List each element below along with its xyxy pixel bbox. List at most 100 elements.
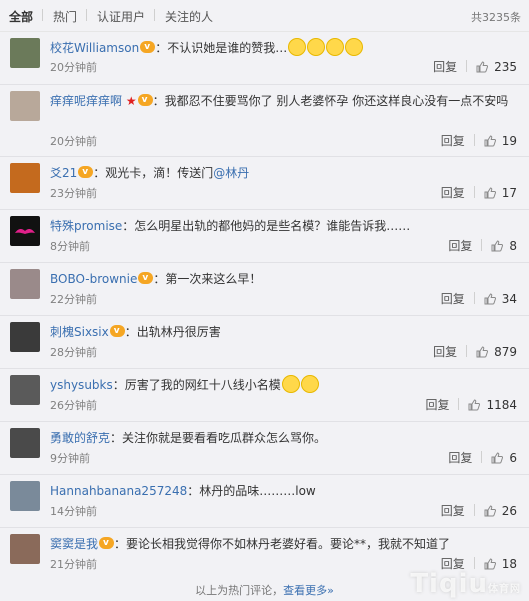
thumbs-up-icon (476, 61, 489, 73)
comment-username[interactable]: 刺槐Sixsix (50, 325, 109, 339)
like-count: 26 (501, 504, 517, 518)
comment-item: yshysubks：厉害了我的网红十八线小名模 26分钟前 回复 1184 (0, 369, 529, 422)
vip-badge-icon (78, 162, 94, 182)
vip-badge-icon (138, 268, 154, 288)
comment-username[interactable]: 爻21 (50, 166, 77, 180)
comment-item: 爻21 ：观光卡，滴！传送门@林丹 23分钟前 回复 17 (0, 157, 529, 210)
comment-item: BOBO-brownie ：第一次来这么早！ 22分钟前 回复 34 (0, 263, 529, 316)
like-button[interactable]: 34 (484, 292, 517, 306)
comment-text: ：要论长相我觉得你不如林丹老婆好看。要论**，我就不知道了 (114, 537, 451, 551)
comment-item: 特殊promise：怎么明星出轨的都他妈的是些名模？谁能告诉我…… 8分钟前 回… (0, 210, 529, 263)
like-button[interactable]: 879 (476, 345, 517, 359)
tab-following[interactable]: 关注的人 (165, 8, 213, 25)
comment-body: BOBO-brownie ：第一次来这么早！ (50, 268, 517, 289)
comment-body: 爻21 ：观光卡，滴！传送门@林丹 (50, 162, 517, 183)
avatar[interactable] (10, 163, 40, 193)
comment-time: 20分钟前 (50, 135, 97, 148)
action-divider (473, 186, 475, 198)
comment-body: 窦窦是我 ：要论长相我觉得你不如林丹老婆好看。要论**，我就不知道了 (50, 533, 517, 554)
smile-emoji-icon (288, 38, 307, 56)
like-button[interactable]: 26 (484, 504, 517, 518)
comment-username[interactable]: BOBO-brownie (50, 272, 137, 286)
avatar[interactable] (10, 91, 40, 121)
comment-username[interactable]: 勇敢的舒克 (50, 431, 110, 445)
like-count: 6 (509, 451, 517, 465)
action-divider (473, 134, 475, 146)
thumbs-up-icon (476, 346, 489, 358)
comment-username[interactable]: 校花Williamson (50, 41, 139, 55)
comment-text: ：怎么明星出轨的都他妈的是些名模？谁能告诉我…… (122, 219, 411, 233)
comment-body: 勇敢的舒克：关注你就是要看看吃瓜群众怎么骂你。 (50, 428, 517, 448)
thumbs-up-icon (491, 240, 504, 252)
reply-button[interactable]: 回复 (441, 134, 465, 148)
thumbs-up-icon (491, 452, 504, 464)
action-divider (473, 557, 475, 569)
comment-username[interactable]: 窦窦是我 (50, 537, 98, 551)
vip-badge-icon (140, 37, 156, 57)
smile-emoji-icon (300, 375, 319, 393)
avatar[interactable] (10, 216, 40, 246)
reply-button[interactable]: 回复 (441, 504, 465, 518)
comment-actions: 回复 19 (441, 132, 517, 149)
comment-time: 28分钟前 (50, 346, 97, 359)
avatar[interactable] (10, 428, 40, 458)
like-button[interactable]: 6 (491, 451, 517, 465)
mention-link[interactable]: @林丹 (213, 166, 249, 180)
comment-actions: 回复 26 (441, 502, 517, 519)
comment-username[interactable]: 痒痒呢痒痒啊 (50, 94, 122, 108)
action-divider (473, 504, 475, 516)
reply-button[interactable]: 回复 (448, 239, 472, 253)
comment-item: 痒痒呢痒痒啊 ★：我都忍不住要骂你了 别人老婆怀孕 你还这样良心没有一点不安吗 … (0, 85, 529, 157)
comment-total-count: 共3235条 (471, 11, 521, 24)
tab-divider (42, 9, 43, 21)
comment-body: yshysubks：厉害了我的网红十八线小名模 (50, 375, 517, 395)
comment-text: ：出轨林丹很厉害 (124, 325, 221, 339)
reply-button[interactable]: 回复 (425, 398, 449, 412)
thumbs-up-icon (484, 135, 496, 147)
comment-time: 23分钟前 (50, 187, 97, 200)
reply-button[interactable]: 回复 (433, 345, 457, 359)
tab-divider (154, 9, 155, 21)
avatar[interactable] (10, 38, 40, 68)
avatar[interactable] (10, 534, 40, 564)
view-more-link[interactable]: 查看更多» (283, 584, 334, 597)
like-count: 879 (494, 345, 517, 359)
like-button[interactable]: 235 (476, 60, 517, 74)
avatar[interactable] (10, 269, 40, 299)
comment-actions: 回复 6 (448, 449, 517, 466)
reply-button[interactable]: 回复 (448, 451, 472, 465)
comment-actions: 回复 879 (433, 343, 517, 360)
like-button[interactable]: 17 (484, 186, 517, 200)
comment-actions: 回复 8 (448, 237, 517, 254)
comment-body: 特殊promise：怎么明星出轨的都他妈的是些名模？谁能告诉我…… (50, 216, 517, 236)
mustache-icon (15, 229, 35, 234)
comment-text: ：关注你就是要看看吃瓜群众怎么骂你。 (110, 431, 327, 445)
comment-item: Hannahbanana257248：林丹的品味………low 14分钟前 回复 2… (0, 475, 529, 528)
like-button[interactable]: 19 (484, 134, 517, 148)
comment-username[interactable]: yshysubks (50, 378, 113, 392)
comment-text: ：不认识她是谁的赞我… (155, 41, 288, 55)
vip-badge-icon (137, 90, 153, 110)
reply-button[interactable]: 回复 (441, 186, 465, 200)
comment-username[interactable]: 特殊promise (50, 219, 122, 233)
comment-text: ：第一次来这么早！ (153, 272, 262, 286)
reply-button[interactable]: 回复 (441, 292, 465, 306)
avatar[interactable] (10, 375, 40, 405)
reply-button[interactable]: 回复 (433, 60, 457, 74)
comment-body: 刺槐Sixsix ：出轨林丹很厉害 (50, 321, 517, 342)
like-count: 17 (501, 186, 517, 200)
watermark-logo: Tiqiu (410, 569, 488, 599)
tab-all[interactable]: 全部 (9, 8, 33, 25)
tab-hot[interactable]: 热门 (53, 8, 77, 25)
comment-body: 校花Williamson ：不认识她是谁的赞我… (50, 37, 517, 58)
comment-username[interactable]: Hannahbanana257248 (50, 484, 187, 498)
smile-emoji-icon (307, 38, 326, 56)
comment-text: ：我都忍不住要骂你了 别人老婆怀孕 你还这样良心没有一点不安吗 (152, 94, 509, 108)
avatar[interactable] (10, 481, 40, 511)
vip-badge-icon (109, 321, 125, 341)
like-button[interactable]: 1184 (468, 398, 517, 412)
tab-verified-users[interactable]: 认证用户 (97, 8, 145, 25)
like-button[interactable]: 8 (491, 239, 517, 253)
avatar[interactable] (10, 322, 40, 352)
comment-text: ：观光卡，滴！传送门 (93, 166, 214, 180)
